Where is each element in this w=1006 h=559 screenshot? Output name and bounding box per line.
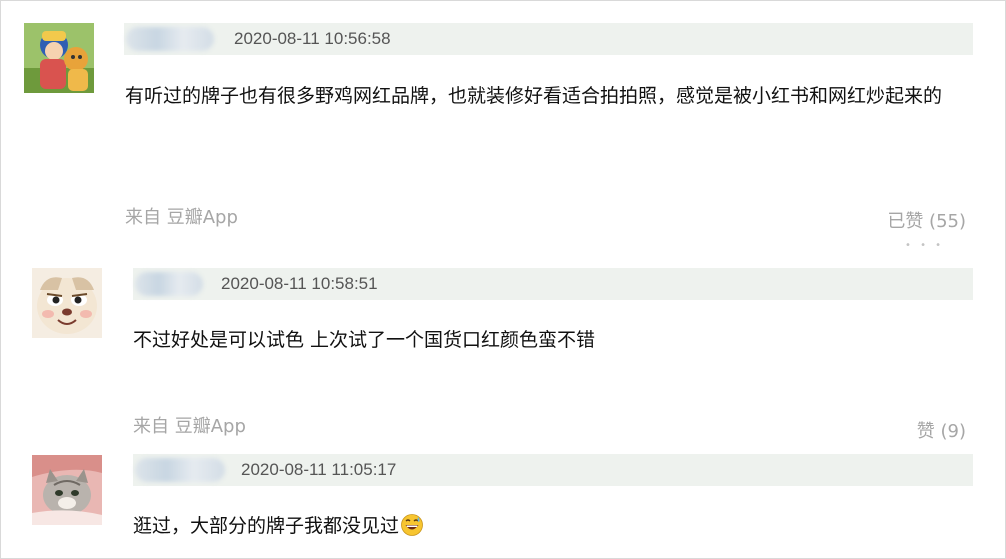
username-blurred[interactable] bbox=[135, 458, 225, 482]
grinning-sweat-emoji-icon bbox=[401, 513, 423, 536]
comment-header: 2020-08-11 10:58:51 bbox=[133, 268, 973, 300]
username-blurred[interactable] bbox=[126, 27, 214, 51]
comment-timestamp: 2020-08-11 10:58:51 bbox=[221, 274, 378, 293]
avatar[interactable] bbox=[32, 455, 102, 525]
comment-source: 来自 豆瓣App bbox=[133, 416, 246, 437]
more-options-icon[interactable]: • • • bbox=[905, 240, 944, 251]
comment-header: 2020-08-11 10:56:58 bbox=[124, 23, 973, 55]
comment-timestamp: 2020-08-11 11:05:17 bbox=[241, 460, 397, 479]
avatar[interactable] bbox=[24, 23, 94, 93]
comment-text: 不过好处是可以试色 上次试了一个国货口红颜色蛮不错 bbox=[133, 329, 596, 351]
comment-timestamp: 2020-08-11 10:56:58 bbox=[234, 29, 391, 48]
username-blurred[interactable] bbox=[135, 272, 203, 296]
like-button[interactable]: 赞 (9) bbox=[917, 417, 966, 443]
comment-text: 逛过，大部分的牌子我都没见过 bbox=[133, 509, 973, 543]
comment-text: 有听过的牌子也有很多野鸡网红品牌，也就装修好看适合拍拍照，感觉是被小红书和网红炒… bbox=[125, 85, 943, 107]
comment-header: 2020-08-11 11:05:17 bbox=[133, 454, 973, 486]
comment-source: 来自 豆瓣App bbox=[125, 207, 238, 228]
comment-text-body: 逛过，大部分的牌子我都没见过 bbox=[133, 515, 400, 537]
avatar[interactable] bbox=[32, 268, 102, 338]
like-button[interactable]: 已赞 (55) bbox=[887, 207, 966, 233]
